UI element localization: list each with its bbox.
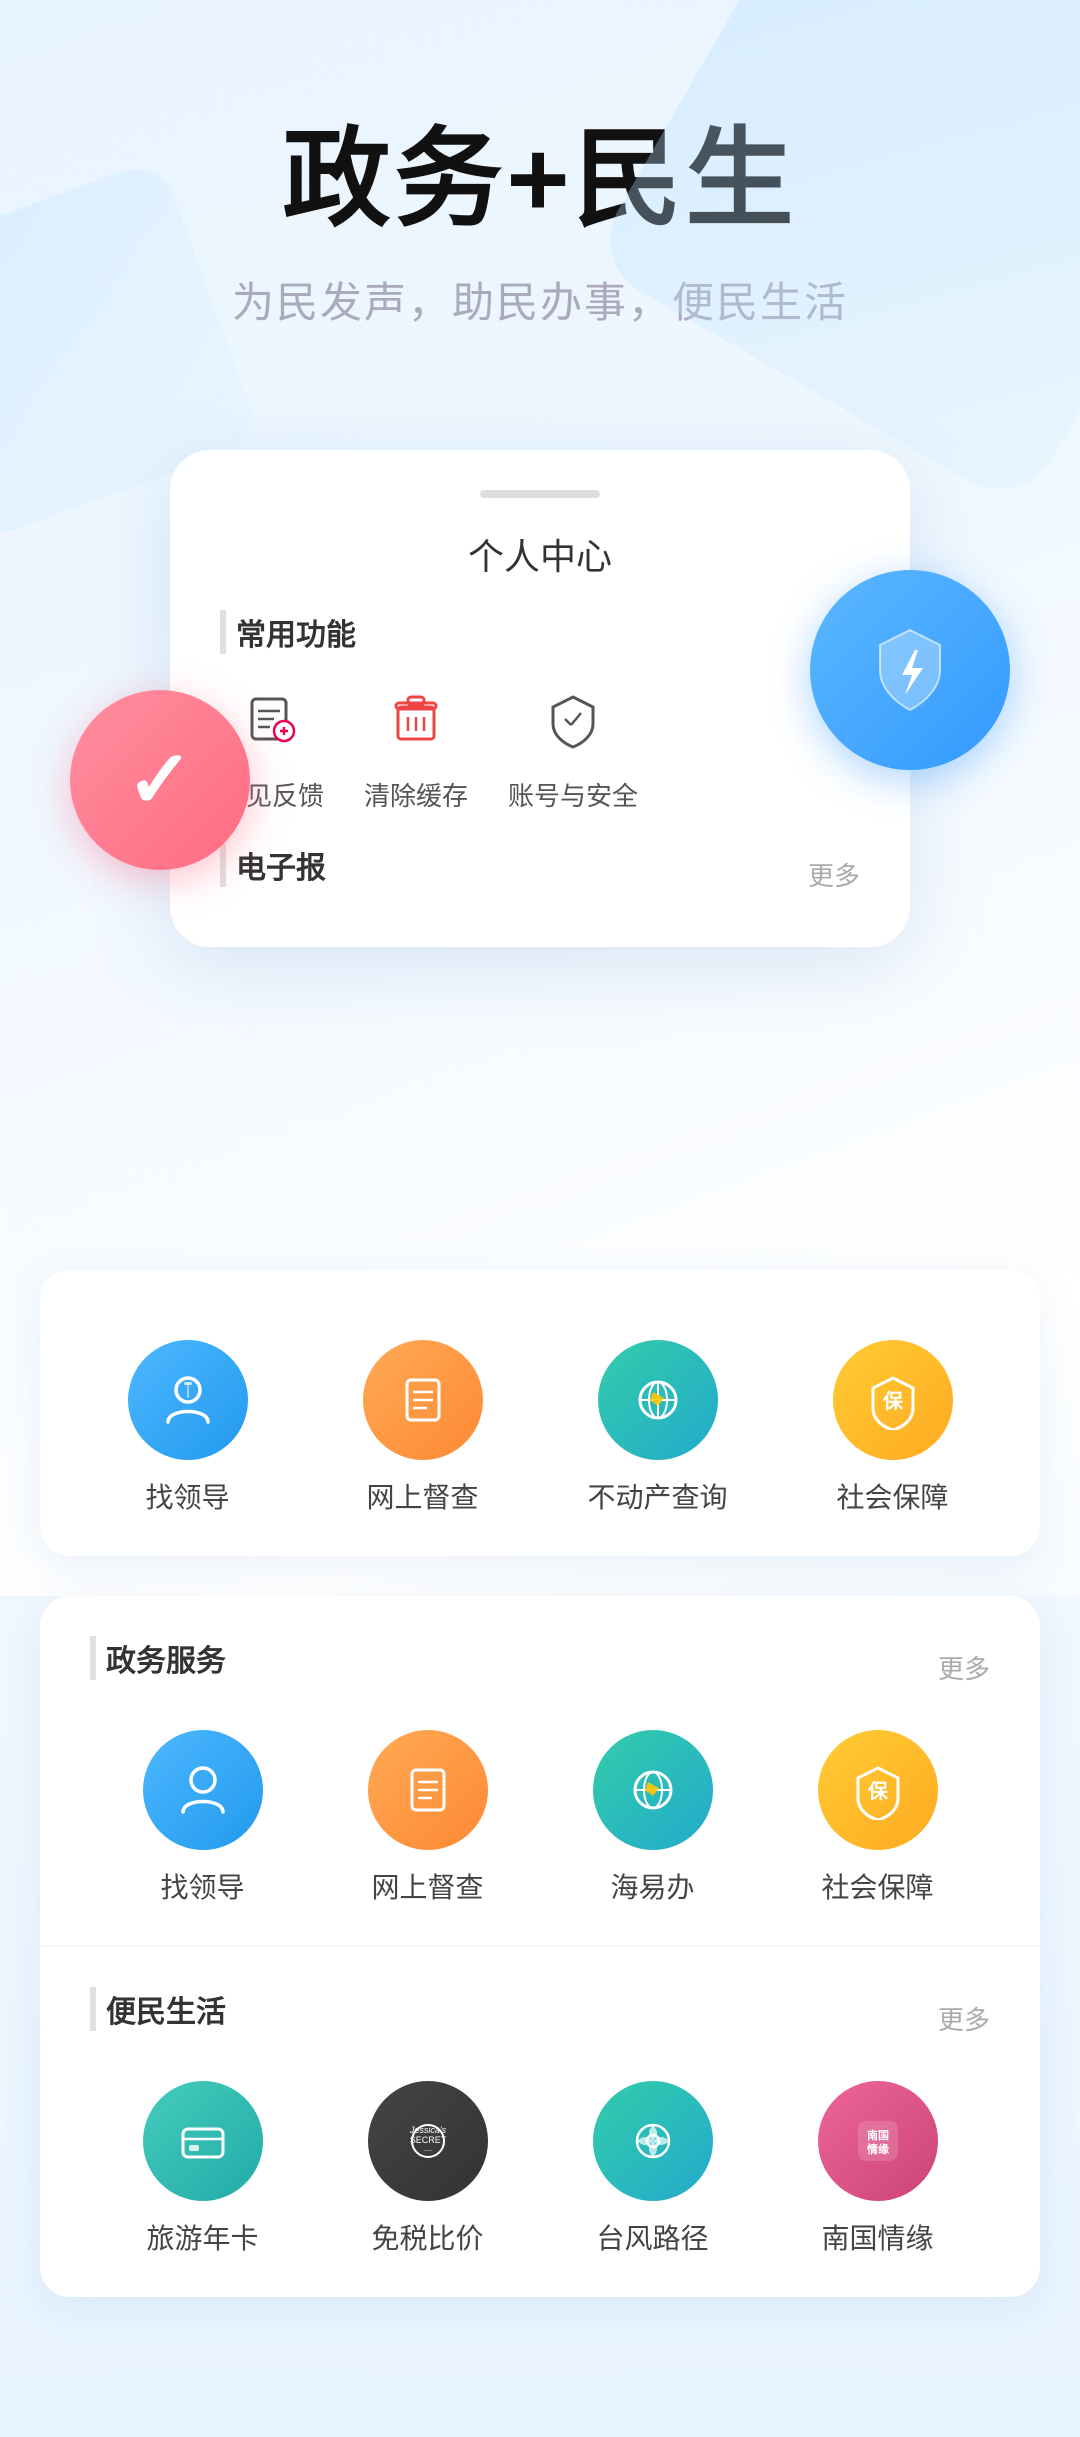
tour-card-label: 旅游年卡 — [146, 2217, 258, 2257]
gov-social-security-label: 社会保障 — [821, 1866, 933, 1906]
life-nanquo[interactable]: 南国 情缘 南国情缘 — [778, 2081, 978, 2257]
service-find-leader[interactable]: 找领导 — [88, 1340, 288, 1516]
property-icon-circle — [598, 1340, 718, 1460]
gov-find-leader-icon — [143, 1730, 263, 1850]
func-cache[interactable]: 清除缓存 — [364, 674, 468, 813]
common-functions-grid: 意见反馈 清除缓存 — [220, 674, 860, 813]
typhoon-label: 台风路径 — [596, 2217, 708, 2257]
phone-mockup-area: 个人中心 常用功能 — [90, 450, 990, 1230]
gov-services-more[interactable]: 更多 — [938, 1649, 990, 1686]
tax-free-icon: Jessica's SECRET ~~ — [368, 2081, 488, 2201]
find-leader-icon-circle — [128, 1340, 248, 1460]
gov-services-block: 政务服务 更多 找领导 — [40, 1596, 1040, 1946]
gov-find-leader[interactable]: 找领导 — [103, 1730, 303, 1906]
svg-text:SECRET: SECRET — [409, 2135, 446, 2145]
func-security-label: 账号与安全 — [508, 776, 638, 813]
gov-services-header: 政务服务 更多 — [90, 1636, 990, 1700]
nanquo-label: 南国情缘 — [821, 2217, 933, 2257]
ebook-label: 电子报 — [220, 843, 326, 887]
featured-services-card: 找领导 网上督查 — [40, 1270, 1040, 1556]
life-services-label: 便民生活 — [90, 1987, 226, 2031]
gov-haiyiban[interactable]: 海易办 — [553, 1730, 753, 1906]
phone-card: 个人中心 常用功能 — [170, 450, 910, 947]
svg-text:保: 保 — [882, 1390, 904, 1413]
tax-free-label: 免税比价 — [371, 2217, 483, 2257]
find-leader-label: 找领导 — [145, 1476, 229, 1516]
page-root: 政务+民生 为民发声，助民办事，便民生活 个人中心 常用功能 — [0, 0, 1080, 2437]
trash-cache-icon — [371, 674, 461, 764]
services-bg-wrapper: 政务服务 更多 找领导 — [0, 1596, 1080, 2437]
gov-haiyiban-label: 海易办 — [610, 1866, 694, 1906]
svg-text:~~: ~~ — [423, 2148, 431, 2155]
ebook-more[interactable]: 更多 — [808, 856, 860, 893]
gov-services-icons-row: 找领导 网上督查 — [90, 1730, 990, 1906]
social-security-label: 社会保障 — [836, 1476, 948, 1516]
common-functions-label: 常用功能 — [220, 610, 860, 654]
blue-shield-circle — [810, 570, 1010, 770]
gov-supervision[interactable]: 网上督查 — [328, 1730, 528, 1906]
life-typhoon[interactable]: 台风路径 — [553, 2081, 753, 2257]
gov-services-label: 政务服务 — [90, 1636, 226, 1680]
gov-supervision-label: 网上督查 — [371, 1866, 483, 1906]
featured-services-row: 找领导 网上督查 — [70, 1340, 1010, 1516]
service-supervision[interactable]: 网上督查 — [323, 1340, 523, 1516]
gov-social-security-icon: 保 — [818, 1730, 938, 1850]
life-tour-card[interactable]: 旅游年卡 — [103, 2081, 303, 2257]
func-cache-label: 清除缓存 — [364, 776, 468, 813]
shield-security-icon — [528, 674, 618, 764]
tour-card-icon — [143, 2081, 263, 2201]
ebook-row: 电子报 更多 — [220, 843, 860, 907]
life-services-block: 便民生活 更多 旅游年卡 — [40, 1946, 1040, 2297]
life-tax-free[interactable]: Jessica's SECRET ~~ 免税比价 — [328, 2081, 528, 2257]
svg-text:Jessica's: Jessica's — [408, 2125, 446, 2135]
svg-text:情缘: 情缘 — [867, 2142, 889, 2156]
gov-social-security[interactable]: 保 社会保障 — [778, 1730, 978, 1906]
typhoon-icon — [593, 2081, 713, 2201]
gov-find-leader-label: 找领导 — [160, 1866, 244, 1906]
services-section: 政务服务 更多 找领导 — [40, 1596, 1040, 2297]
nanquo-icon: 南国 情缘 — [818, 2081, 938, 2201]
status-bar-line — [480, 490, 600, 498]
bottom-space — [0, 2297, 1080, 2377]
gov-supervision-icon — [368, 1730, 488, 1850]
supervision-label: 网上督查 — [366, 1476, 478, 1516]
service-property[interactable]: 不动产查询 — [558, 1340, 758, 1516]
func-security[interactable]: 账号与安全 — [508, 674, 638, 813]
life-services-header: 便民生活 更多 — [90, 1987, 990, 2051]
card-title: 个人中心 — [220, 528, 860, 580]
life-services-more[interactable]: 更多 — [938, 2000, 990, 2037]
property-label: 不动产查询 — [587, 1476, 727, 1516]
service-social-security[interactable]: 保 社会保障 — [793, 1340, 993, 1516]
life-services-icons-row: 旅游年卡 Jessica's SECRET ~~ 免税比价 — [90, 2081, 990, 2257]
svg-text:南国: 南国 — [867, 2128, 889, 2142]
svg-text:保: 保 — [867, 1780, 889, 1803]
supervision-icon-circle — [363, 1340, 483, 1460]
gov-haiyiban-icon — [593, 1730, 713, 1850]
social-security-icon-circle: 保 — [833, 1340, 953, 1460]
shield-bolt-icon — [860, 620, 960, 720]
pink-check-circle — [70, 690, 250, 870]
